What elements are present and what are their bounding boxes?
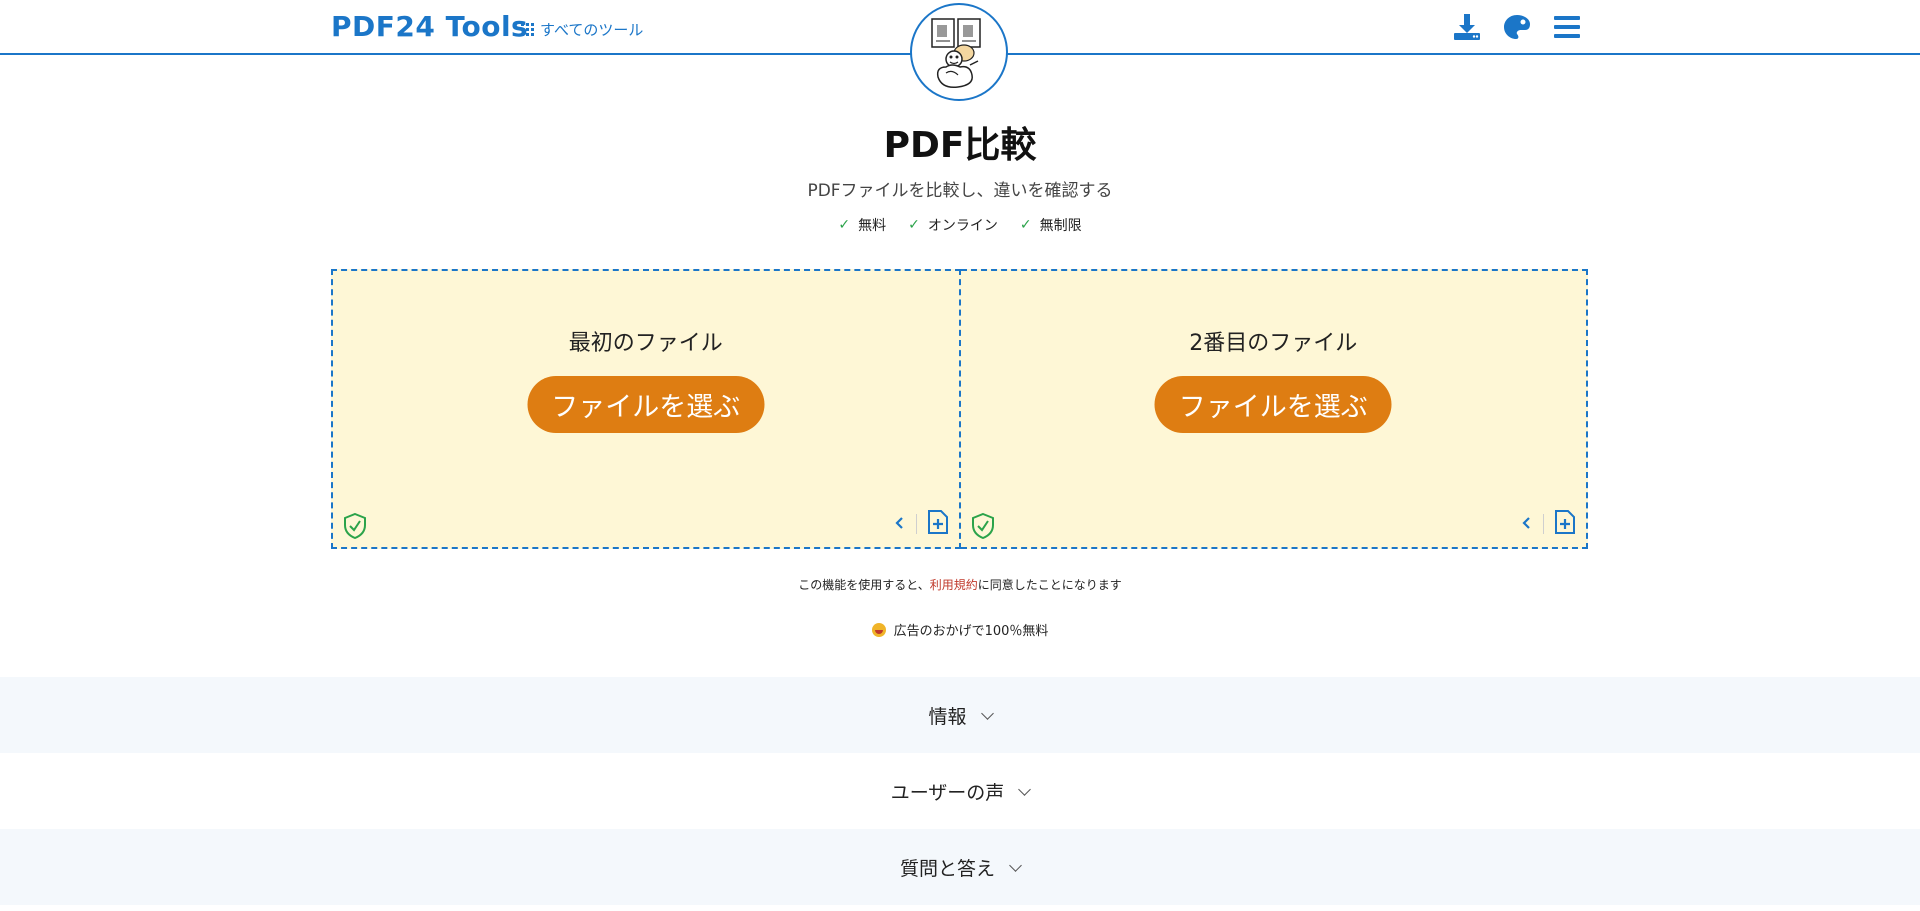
terms-suffix: に同意したことになります <box>977 578 1122 592</box>
dropzone-tools <box>894 509 949 539</box>
add-file-icon[interactable] <box>1554 509 1576 539</box>
dropzone-tools <box>1521 509 1576 539</box>
ads-note-text: 広告のおかげで100％無料 <box>893 624 1049 639</box>
brand-logo[interactable]: PDF24 Tools <box>331 10 528 43</box>
shield-check-icon[interactable] <box>971 512 995 540</box>
smiley-icon <box>871 622 886 637</box>
section-user-reviews[interactable]: ユーザーの声 <box>0 753 1920 829</box>
feature-label: オンライン <box>927 218 998 234</box>
all-tools-link[interactable]: すべてのツール <box>521 19 643 40</box>
chevron-down-icon <box>1009 858 1022 872</box>
dropzone-second-file[interactable]: 2番目のファイル ファイルを選ぶ <box>960 269 1588 549</box>
download-icon[interactable] <box>1452 12 1482 42</box>
check-icon: ✓ <box>1019 217 1032 233</box>
feature-label: 無制限 <box>1039 218 1082 234</box>
check-icon: ✓ <box>838 217 851 233</box>
feature-item: ✓ オンライン <box>908 215 998 235</box>
shield-check-icon[interactable] <box>343 512 367 540</box>
chevron-left-icon[interactable] <box>1521 515 1533 534</box>
all-tools-label: すべてのツール <box>540 21 644 39</box>
terms-link[interactable]: 利用規約 <box>930 578 978 592</box>
chevron-down-icon <box>1018 782 1032 796</box>
feature-item: ✓ 無制限 <box>1020 215 1082 235</box>
page-subtitle: PDFファイルを比較し、違いを確認する <box>807 181 1113 201</box>
choose-file-button[interactable]: ファイルを選ぶ <box>527 376 765 433</box>
section-label: 情報 <box>928 705 967 728</box>
ads-note: 広告のおかげで100％無料 <box>0 620 1920 639</box>
chevron-left-icon[interactable] <box>894 515 906 534</box>
dropzone-label: 最初のファイル <box>568 331 723 356</box>
grid-icon <box>521 23 534 36</box>
dropzone-first-file[interactable]: 最初のファイル ファイルを選ぶ <box>331 269 961 549</box>
terms-prefix: この機能を使用すると、 <box>798 578 930 592</box>
chevron-down-icon <box>980 706 994 720</box>
menu-icon[interactable] <box>1552 12 1582 42</box>
choose-file-button[interactable]: ファイルを選ぶ <box>1154 376 1392 433</box>
add-file-icon[interactable] <box>927 509 949 539</box>
page-title: PDF比較 <box>883 125 1037 166</box>
feature-item: ✓ 無料 <box>838 215 886 235</box>
mascot-image <box>910 3 1008 101</box>
section-info[interactable]: 情報 <box>0 677 1920 753</box>
feature-label: 無料 <box>858 218 887 234</box>
terms-notice: この機能を使用すると、利用規約に同意したことになります <box>0 576 1920 593</box>
check-icon: ✓ <box>908 217 920 233</box>
section-label: 質問と答え <box>899 857 995 880</box>
section-label: ユーザーの声 <box>890 781 1005 804</box>
header-icons <box>1452 12 1582 42</box>
palette-icon[interactable] <box>1502 12 1532 42</box>
feature-list: ✓ 無料 ✓ オンライン ✓ 無制限 <box>0 215 1920 235</box>
dropzone-label: 2番目のファイル <box>1189 331 1358 356</box>
section-faq[interactable]: 質問と答え <box>0 829 1920 905</box>
divider <box>1543 514 1544 534</box>
divider <box>915 514 917 534</box>
file-dropzones: 最初のファイル ファイルを選ぶ 2番目のファイル ファイルを選ぶ <box>331 269 1588 549</box>
